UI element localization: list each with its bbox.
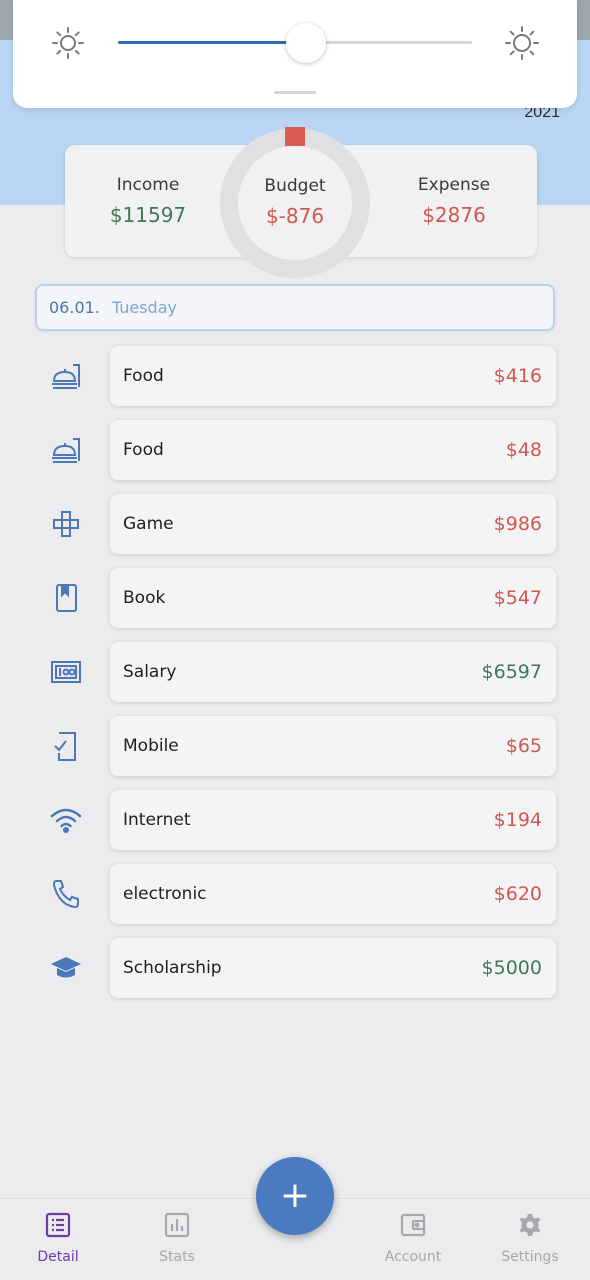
transaction-row[interactable]: electronic $620: [110, 864, 556, 924]
transaction-name: Internet: [123, 810, 191, 830]
nav-detail-label: Detail: [37, 1249, 79, 1265]
income-value: $11597: [109, 203, 187, 227]
transaction-name: Book: [123, 588, 166, 608]
transaction-name: Salary: [123, 662, 177, 682]
brightness-panel: [13, 0, 577, 108]
nav-settings-label: Settings: [501, 1249, 559, 1265]
transaction-name: electronic: [123, 884, 207, 904]
chart-icon: [164, 1212, 190, 1238]
budget-value: $-876: [265, 204, 325, 228]
food-icon: [46, 430, 86, 470]
expense-label: Expense: [417, 175, 491, 195]
mobile-icon: [46, 726, 86, 766]
transaction-row[interactable]: Mobile $65: [110, 716, 556, 776]
status-strip-left: [0, 0, 14, 40]
expense-summary: Expense $2876: [384, 175, 524, 227]
transaction-amount: $986: [493, 513, 542, 535]
income-label: Income: [116, 175, 180, 195]
list-icon: [45, 1212, 71, 1238]
nav-settings[interactable]: Settings: [485, 1211, 575, 1265]
date-header[interactable]: 06.01. Tuesday: [35, 284, 555, 331]
transaction-name: Scholarship: [123, 958, 222, 978]
book-icon: [46, 578, 86, 618]
graduation-cap-icon: [46, 948, 86, 988]
transaction-row[interactable]: Internet $194: [110, 790, 556, 850]
wallet-icon: [400, 1213, 426, 1237]
gear-icon: [519, 1214, 541, 1236]
nav-account[interactable]: Account: [368, 1211, 458, 1265]
budget-label: Budget: [264, 176, 326, 196]
transaction-row[interactable]: Scholarship $5000: [110, 938, 556, 998]
transaction-name: Mobile: [123, 736, 179, 756]
nav-stats-label: Stats: [159, 1249, 195, 1265]
plus-icon: +: [279, 1175, 311, 1216]
nav-stats[interactable]: Stats: [132, 1211, 222, 1265]
transaction-row[interactable]: Food $48: [110, 420, 556, 480]
transaction-amount: $5000: [481, 957, 542, 979]
transaction-name: Game: [123, 514, 174, 534]
gamepad-icon: [46, 504, 86, 544]
brightness-low-icon: [52, 27, 84, 59]
transaction-amount: $48: [505, 439, 542, 461]
transaction-name: Food: [123, 366, 164, 386]
budget-ring-indicator: [285, 127, 305, 146]
transaction-amount: $547: [493, 587, 542, 609]
transaction-row[interactable]: Game $986: [110, 494, 556, 554]
add-transaction-button[interactable]: +: [256, 1157, 334, 1235]
expense-value: $2876: [422, 203, 486, 227]
transaction-amount: $6597: [481, 661, 542, 683]
transaction-amount: $194: [493, 809, 542, 831]
brightness-slider-thumb[interactable]: [285, 23, 326, 63]
transaction-amount: $416: [493, 365, 542, 387]
brightness-high-icon: [505, 26, 539, 60]
wifi-icon: [46, 800, 86, 840]
nav-detail[interactable]: Detail: [13, 1211, 103, 1265]
weekday-label: Tuesday: [111, 298, 177, 317]
date-label: 06.01.: [49, 298, 100, 317]
drag-handle[interactable]: [274, 91, 316, 94]
brightness-slider-fill: [118, 41, 306, 44]
transaction-amount: $65: [505, 735, 542, 757]
phone-icon: [46, 874, 86, 914]
status-strip-right: [576, 0, 590, 40]
transaction-row[interactable]: Salary $6597: [110, 642, 556, 702]
food-icon: [46, 356, 86, 396]
nav-account-label: Account: [384, 1249, 442, 1265]
transaction-row[interactable]: Book $547: [110, 568, 556, 628]
budget-summary: Budget $-876: [225, 176, 365, 228]
transaction-name: Food: [123, 440, 164, 460]
transaction-row[interactable]: Food $416: [110, 346, 556, 406]
income-summary: Income $11597: [78, 175, 218, 227]
transaction-amount: $620: [493, 883, 542, 905]
salary-icon: [46, 652, 86, 692]
